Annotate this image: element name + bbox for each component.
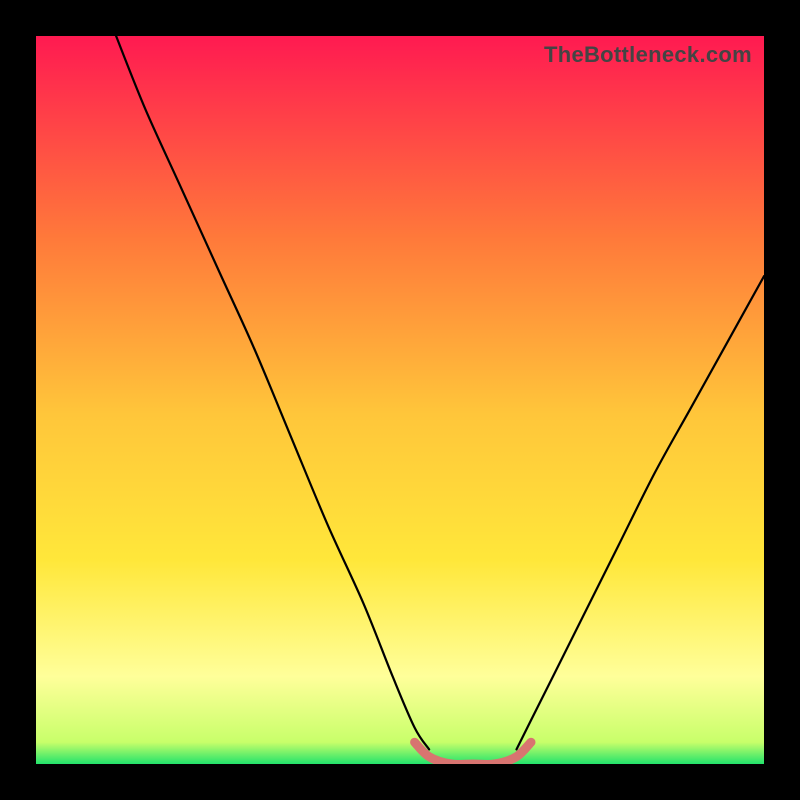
chart-lines (36, 36, 764, 764)
right-branch-line (517, 276, 765, 749)
plot-area: TheBottleneck.com (36, 36, 764, 764)
watermark-text: TheBottleneck.com (544, 42, 752, 68)
left-branch-line (116, 36, 429, 749)
valley-highlight (415, 742, 531, 764)
